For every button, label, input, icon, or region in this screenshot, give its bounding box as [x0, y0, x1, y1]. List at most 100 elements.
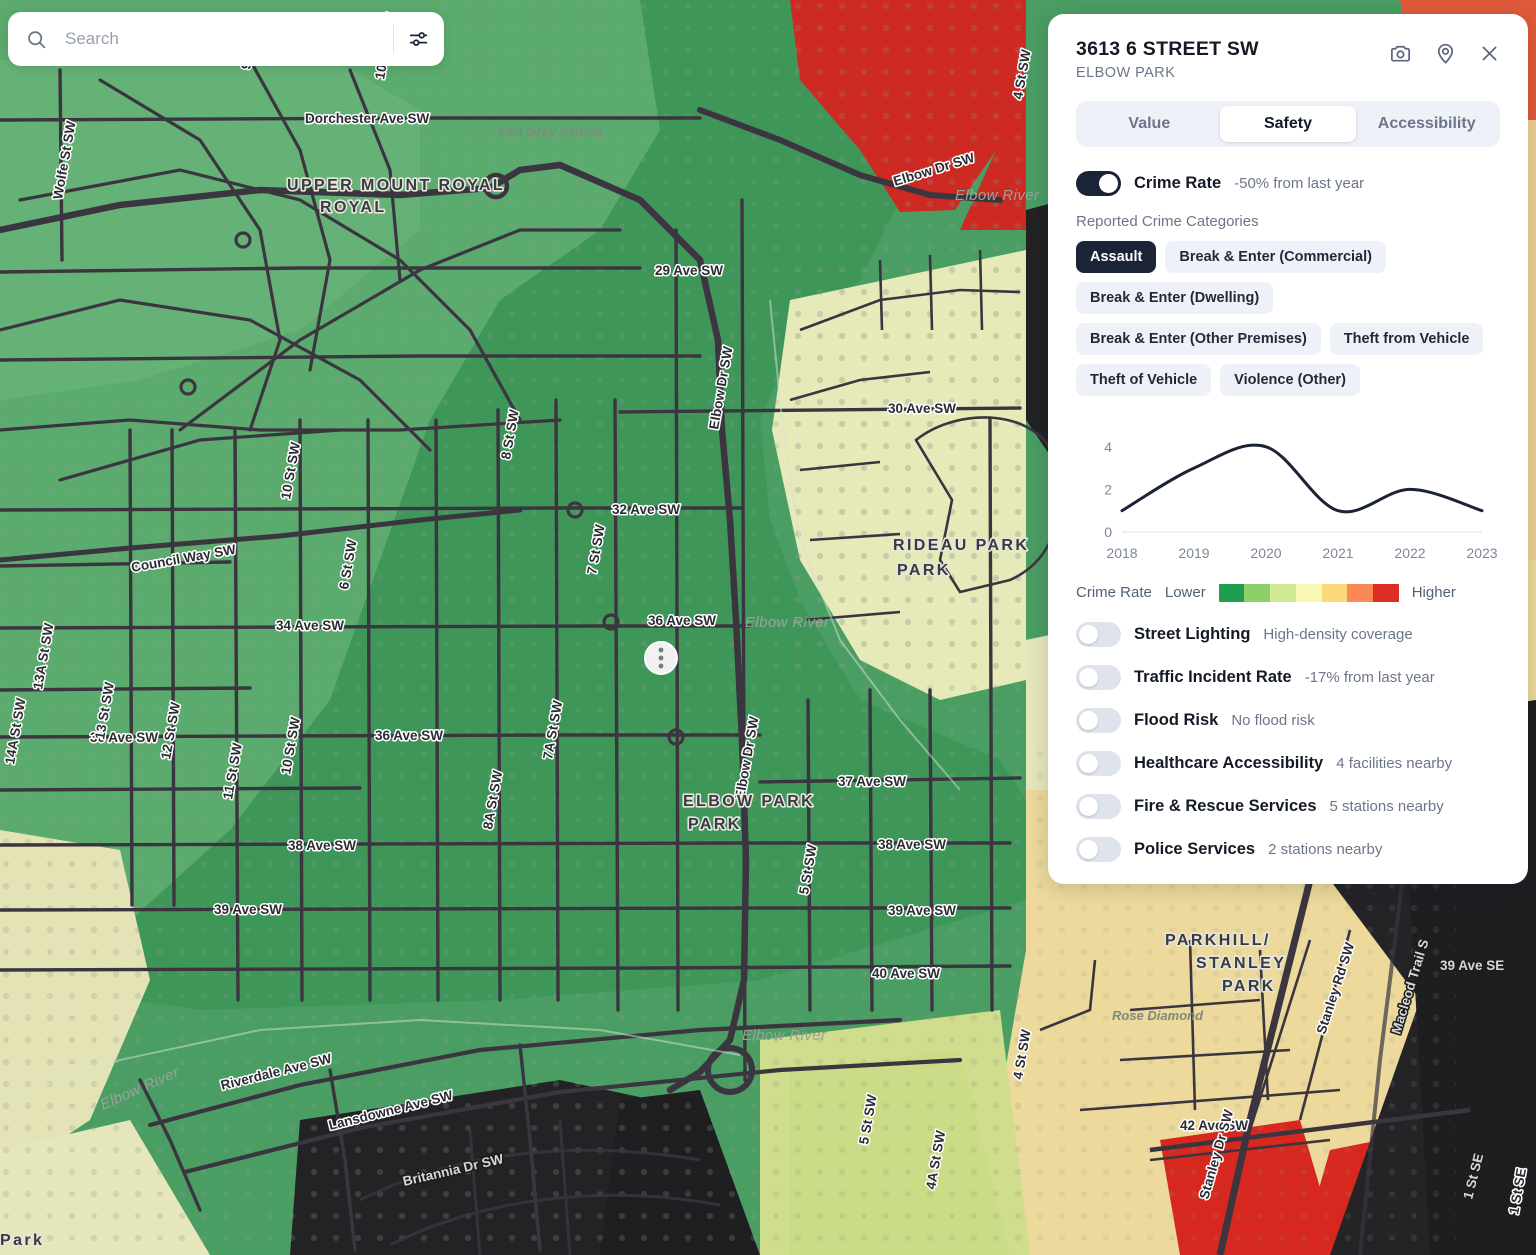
legend-swatch-1 — [1244, 584, 1270, 602]
fire-rescue-services-label: Fire & Rescue Services — [1134, 797, 1317, 816]
fire-rescue-services-toggle[interactable] — [1076, 794, 1121, 819]
legend-swatch-4 — [1322, 584, 1348, 602]
chart-x-tick: 2018 — [1106, 545, 1137, 561]
toggle-row-fire-rescue-services: Fire & Rescue Services 5 stations nearby — [1076, 794, 1500, 819]
crime-trend-chart: 024 201820192020202120222023 — [1076, 418, 1500, 568]
chip-break-enter-dwelling[interactable]: Break & Enter (Dwelling) — [1076, 282, 1273, 314]
street-label: 30 Ave SW — [888, 401, 956, 416]
water-label: Elbow River — [955, 187, 1040, 204]
neighborhood-label: PARK — [688, 816, 742, 833]
property-detail-panel: 3613 6 STREET SW ELBOW PARK — [1048, 14, 1528, 884]
healthcare-accessibility-meta: 4 facilities nearby — [1336, 755, 1452, 772]
legend-gradient — [1219, 584, 1399, 602]
crime-rate-label: Crime Rate — [1134, 174, 1221, 193]
water-label: Elbow River — [745, 614, 830, 631]
police-services-meta: 2 stations nearby — [1268, 841, 1382, 858]
neighborhood-label: ROYAL — [320, 199, 387, 216]
panel-title-group: 3613 6 STREET SW ELBOW PARK — [1076, 38, 1259, 81]
street-lighting-meta: High-density coverage — [1263, 626, 1412, 643]
street-label: 38 Ave SW — [878, 837, 946, 852]
traffic-incident-rate-toggle[interactable] — [1076, 665, 1121, 690]
street-lighting-toggle[interactable] — [1076, 622, 1121, 647]
flood-risk-meta: No flood risk — [1231, 712, 1314, 729]
flood-risk-toggle[interactable] — [1076, 708, 1121, 733]
chip-theft-from-vehicle[interactable]: Theft from Vehicle — [1330, 323, 1484, 355]
chart-y-tick: 2 — [1104, 481, 1112, 497]
traffic-incident-rate-meta: -17% from last year — [1305, 669, 1435, 686]
street-label: 37 Ave SW — [838, 774, 906, 789]
healthcare-accessibility-label: Healthcare Accessibility — [1134, 754, 1323, 773]
neighborhood-label: ELBOW PARK — [683, 793, 815, 810]
chart-x-tick: 2022 — [1394, 545, 1425, 561]
legend-low-label: Lower — [1165, 584, 1206, 601]
street-label: 39 Ave SW — [214, 902, 282, 917]
street-label: 29 Ave SW — [655, 263, 723, 278]
search-icon — [26, 29, 47, 50]
water-label: Elbow River — [742, 1027, 827, 1044]
legend-swatch-5 — [1347, 584, 1373, 602]
crime-rate-row: Crime Rate -50% from last year — [1076, 171, 1500, 196]
tab-value[interactable]: Value — [1081, 106, 1218, 142]
chip-assault[interactable]: Assault — [1076, 241, 1156, 273]
toggle-row-flood-risk: Flood Risk No flood risk — [1076, 708, 1500, 733]
street-label: 38 Ave SW — [288, 838, 356, 853]
legend-high-label: Higher — [1412, 584, 1456, 601]
street-label: 36 Ave SW — [375, 728, 443, 743]
street-label: 39 Ave SW — [888, 903, 956, 918]
safety-layer-toggles: Street Lighting High-density coverage Tr… — [1076, 622, 1500, 862]
crime-rate-meta: -50% from last year — [1234, 175, 1364, 192]
toggle-row-street-lighting: Street Lighting High-density coverage — [1076, 622, 1500, 647]
police-services-label: Police Services — [1134, 840, 1255, 859]
poi-label: Rose Diamond — [1112, 1008, 1204, 1023]
neighborhood-label: UPPER MOUNT ROYAL — [287, 177, 505, 194]
page-title: 3613 6 STREET SW — [1076, 38, 1259, 62]
location-pin-icon[interactable] — [1434, 42, 1457, 65]
street-label: 32 Ave SW — [612, 502, 680, 517]
filter-sliders-icon[interactable] — [408, 28, 430, 50]
street-label: 42 Ave SW — [1180, 1118, 1248, 1133]
panel-subtitle: ELBOW PARK — [1076, 65, 1259, 81]
neighborhood-label: PARK — [897, 562, 951, 579]
street-label: 36 Ave SW — [648, 613, 716, 628]
chip-violence-other[interactable]: Violence (Other) — [1220, 364, 1360, 396]
police-services-toggle[interactable] — [1076, 837, 1121, 862]
fire-rescue-services-meta: 5 stations nearby — [1330, 798, 1444, 815]
neighborhood-label: PARK — [1222, 978, 1276, 995]
camera-icon[interactable] — [1389, 42, 1412, 65]
flood-risk-label: Flood Risk — [1134, 711, 1218, 730]
street-label: Dorchester Ave SW — [305, 111, 430, 126]
traffic-incident-rate-label: Traffic Incident Rate — [1134, 668, 1292, 687]
chip-break-enter-commercial[interactable]: Break & Enter (Commercial) — [1165, 241, 1386, 273]
panel-tabs: Value Safety Accessibility — [1076, 101, 1500, 147]
tab-accessibility[interactable]: Accessibility — [1358, 106, 1495, 142]
panel-actions — [1389, 38, 1500, 65]
healthcare-accessibility-toggle[interactable] — [1076, 751, 1121, 776]
legend-title: Crime Rate — [1076, 584, 1152, 601]
street-lighting-label: Street Lighting — [1134, 625, 1250, 644]
crime-category-chips: Assault Break & Enter (Commercial) Break… — [1076, 241, 1500, 396]
chip-break-enter-other-premises[interactable]: Break & Enter (Other Premises) — [1076, 323, 1321, 355]
panel-header: 3613 6 STREET SW ELBOW PARK — [1076, 38, 1500, 81]
close-icon[interactable] — [1479, 43, 1500, 64]
chip-theft-of-vehicle[interactable]: Theft of Vehicle — [1076, 364, 1211, 396]
chart-y-tick: 0 — [1104, 524, 1112, 540]
search-input[interactable] — [63, 28, 389, 50]
selected-property-marker — [645, 642, 677, 674]
tab-safety[interactable]: Safety — [1220, 106, 1357, 142]
toggle-row-healthcare-accessibility: Healthcare Accessibility 4 facilities ne… — [1076, 751, 1500, 776]
search-divider — [393, 25, 394, 53]
toggle-row-police-services: Police Services 2 stations nearby — [1076, 837, 1500, 862]
crime-categories-label: Reported Crime Categories — [1076, 213, 1500, 230]
chart-x-tick: 2021 — [1322, 545, 1353, 561]
legend-swatch-3 — [1296, 584, 1322, 602]
chart-x-tick: 2020 — [1250, 545, 1281, 561]
legend-swatch-6 — [1373, 584, 1399, 602]
crime-rate-toggle[interactable] — [1076, 171, 1121, 196]
legend-swatch-2 — [1270, 584, 1296, 602]
chart-y-tick: 4 — [1104, 439, 1112, 455]
search-bar[interactable] — [8, 12, 444, 66]
toggle-row-traffic-incident-rate: Traffic Incident Rate -17% from last yea… — [1076, 665, 1500, 690]
street-label: 34 Ave SW — [276, 618, 344, 633]
street-label: 39 Ave SE — [1440, 958, 1504, 973]
lot-texture-rideau — [780, 250, 1030, 670]
